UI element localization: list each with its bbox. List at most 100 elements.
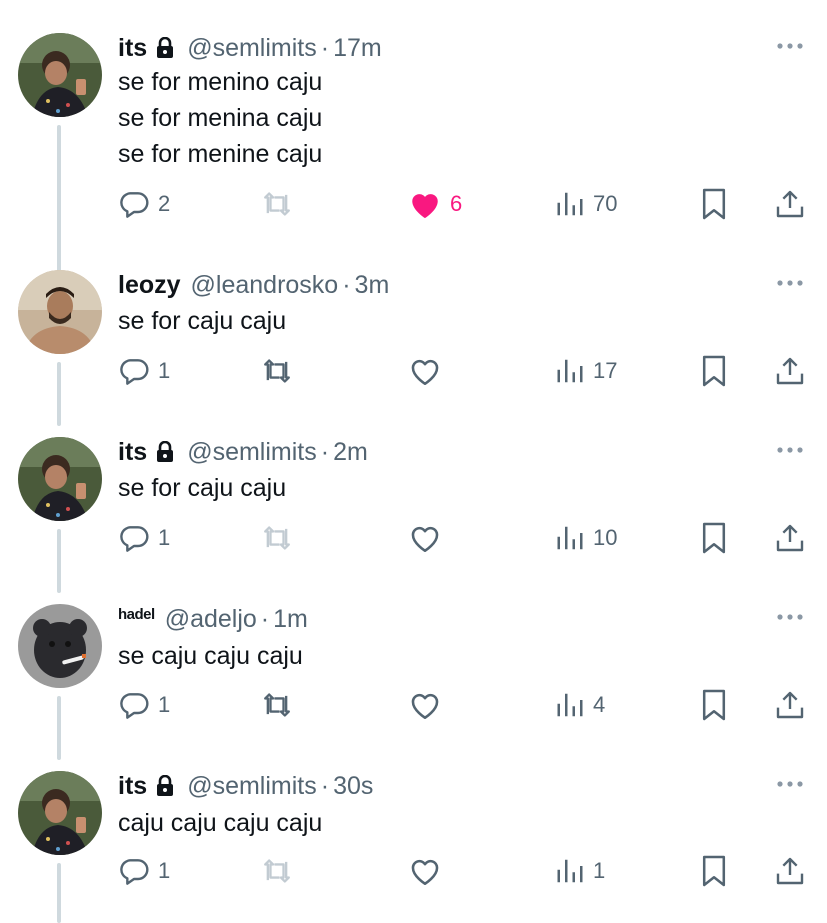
bookmark-button[interactable]: [700, 353, 728, 389]
share-button[interactable]: [774, 353, 806, 389]
tweet-header: its @semlimits · 2m: [118, 437, 368, 467]
action-bar: 1 10: [118, 520, 808, 556]
like-button[interactable]: [408, 853, 450, 889]
views-button[interactable]: 17: [555, 353, 617, 389]
thread-line: [57, 529, 61, 593]
avatar[interactable]: [18, 270, 102, 354]
tweet-text: se caju caju caju: [118, 638, 303, 674]
views-button[interactable]: 70: [555, 186, 617, 222]
user-handle[interactable]: @semlimits: [187, 34, 317, 63]
more-options-icon[interactable]: [775, 276, 805, 288]
retweet-icon: [264, 359, 290, 383]
user-handle[interactable]: @leandrosko: [191, 271, 339, 300]
views-button[interactable]: 1: [555, 853, 605, 889]
reply-count: 1: [158, 858, 171, 883]
reply-button[interactable]: 2: [118, 186, 170, 222]
timestamp[interactable]: 2m: [333, 438, 368, 467]
tweet-line: se caju caju caju: [118, 642, 303, 670]
views-button[interactable]: 4: [555, 687, 605, 723]
action-bar: 1 17: [118, 353, 808, 389]
separator-dot: ·: [260, 604, 270, 633]
reply-button[interactable]: 1: [118, 687, 170, 723]
share-icon: [776, 190, 804, 218]
view-count: 10: [593, 525, 618, 550]
avatar[interactable]: [18, 437, 102, 521]
share-button[interactable]: [774, 520, 806, 556]
heart-icon: [411, 693, 439, 720]
reply-button[interactable]: 1: [118, 520, 170, 556]
reply-count: 1: [158, 358, 171, 383]
view-count: 1: [593, 858, 606, 883]
retweet-button[interactable]: [260, 687, 302, 723]
timestamp[interactable]: 3m: [355, 271, 390, 300]
thread-line: [57, 863, 61, 923]
action-bar: 2 6 70: [118, 186, 808, 222]
bookmark-icon: [702, 188, 726, 220]
retweet-button[interactable]: [260, 853, 302, 889]
views-button[interactable]: 10: [555, 520, 617, 556]
display-name[interactable]: its: [118, 438, 147, 467]
retweet-button[interactable]: [260, 520, 302, 556]
more-options-icon[interactable]: [775, 610, 805, 622]
more-options-icon[interactable]: [775, 443, 805, 455]
display-name[interactable]: its: [118, 772, 147, 801]
like-button[interactable]: [408, 353, 450, 389]
lock-icon: [155, 36, 175, 59]
retweet-button[interactable]: [260, 186, 302, 222]
heart-icon: [411, 859, 439, 886]
separator-dot: ·: [342, 270, 351, 299]
tweet-header: hadel @adeljo · 1m: [118, 604, 308, 634]
separator-dot: ·: [320, 437, 330, 466]
views-chart-icon: [557, 526, 583, 550]
display-name[interactable]: its: [118, 34, 147, 63]
views-chart-icon: [557, 693, 583, 717]
timestamp[interactable]: 1m: [273, 605, 308, 634]
more-options-icon[interactable]: [775, 777, 805, 789]
retweet-button[interactable]: [260, 353, 302, 389]
user-handle[interactable]: @adeljo: [165, 605, 257, 634]
bookmark-icon: [702, 522, 726, 554]
bookmark-button[interactable]: [700, 186, 728, 222]
view-count: 17: [593, 358, 618, 383]
retweet-icon: [264, 526, 290, 550]
bookmark-button[interactable]: [700, 687, 728, 723]
avatar[interactable]: [18, 771, 102, 855]
like-button[interactable]: [408, 520, 450, 556]
tweet-line: se for menina caju: [118, 104, 323, 132]
timestamp[interactable]: 17m: [333, 34, 382, 63]
views-chart-icon: [557, 192, 583, 216]
avatar[interactable]: [18, 33, 102, 117]
display-name[interactable]: leozy: [118, 271, 181, 300]
avatar[interactable]: [18, 604, 102, 688]
tweet-line: se for caju caju: [118, 307, 287, 335]
tweet-text: caju caju caju caju: [118, 805, 322, 841]
timestamp[interactable]: 30s: [333, 772, 373, 801]
separator-dot: ·: [320, 33, 330, 62]
tweet-line: se for caju caju: [118, 474, 287, 502]
reply-icon: [120, 526, 149, 552]
tweet-header: its @semlimits · 17m: [118, 33, 382, 63]
like-button[interactable]: [408, 687, 450, 723]
reply-count: 1: [158, 525, 171, 550]
share-button[interactable]: [774, 687, 806, 723]
user-handle[interactable]: @semlimits: [187, 772, 317, 801]
share-button[interactable]: [774, 186, 806, 222]
reply-button[interactable]: 1: [118, 353, 170, 389]
tweet-header: leozy @leandrosko · 3m: [118, 270, 389, 300]
bookmark-icon: [702, 689, 726, 721]
share-button[interactable]: [774, 853, 806, 889]
bookmark-button[interactable]: [700, 520, 728, 556]
heart-icon: [411, 359, 439, 386]
reply-button[interactable]: 1: [118, 853, 170, 889]
bookmark-icon: [702, 855, 726, 887]
like-button[interactable]: 6: [408, 186, 462, 222]
share-icon: [776, 357, 804, 385]
more-options-icon[interactable]: [775, 39, 805, 51]
retweet-icon: [264, 693, 290, 717]
reply-icon: [120, 859, 149, 885]
user-handle[interactable]: @semlimits: [187, 438, 317, 467]
share-icon: [776, 857, 804, 885]
bookmark-button[interactable]: [700, 853, 728, 889]
display-name[interactable]: hadel: [118, 606, 155, 623]
lock-icon: [155, 774, 175, 797]
